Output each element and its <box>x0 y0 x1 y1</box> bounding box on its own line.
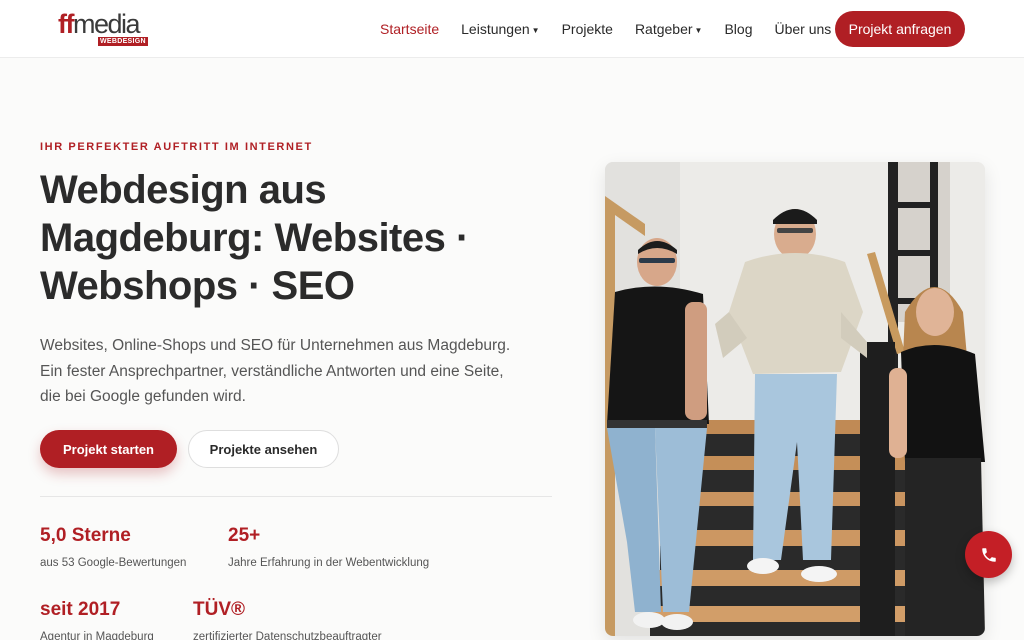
nav-item-ratgeber[interactable]: Ratgeber ▼ <box>635 21 703 37</box>
nav-label: Über uns <box>774 21 832 37</box>
divider <box>40 496 552 497</box>
stat-since-label: Agentur in Magdeburg <box>40 631 154 640</box>
headline-line: Magdeburg: Websites · <box>40 216 469 260</box>
logo-wordmark: ffmedia <box>58 9 141 39</box>
phone-icon <box>981 547 996 562</box>
stat-tuev-label: zertifizierter Datenschutzbeauftragter <box>193 631 382 640</box>
projekt-starten-button[interactable]: Projekt starten <box>40 430 177 468</box>
logo-media: media <box>72 9 141 39</box>
caret-down-icon: ▼ <box>531 26 540 35</box>
nav-item-leistungen[interactable]: Leistungen ▼ <box>461 21 539 37</box>
projekte-ansehen-button[interactable]: Projekte ansehen <box>188 430 339 468</box>
lead-line: Ein fester Ansprechpartner, verständlich… <box>40 362 504 380</box>
lead-line: die bei Google gefunden wird. <box>40 388 246 405</box>
projekt-anfragen-button[interactable]: Projekt anfragen <box>835 11 965 47</box>
headline-line: Webdesign aus <box>40 168 327 212</box>
logo-ff: ff <box>58 9 74 39</box>
stat-rating-label: aus 53 Google-Bewertungen <box>40 557 187 569</box>
stat-experience-label: Jahre Erfahrung in der Webentwicklung <box>228 557 430 569</box>
caret-down-icon: ▼ <box>694 26 703 35</box>
nav-label: Leistungen <box>461 21 530 37</box>
main-navigation: Startseite Leistungen ▼ Projekte Ratgeber… <box>380 0 853 58</box>
stat-since-value: seit 2017 <box>40 599 121 620</box>
nav-item-ueber-uns[interactable]: Über uns <box>774 21 831 37</box>
stat-rating-value: 5,0 Sterne <box>40 525 131 546</box>
site-header: ffmedia WEBDESIGN Startseite Leistungen ▼… <box>0 0 1024 58</box>
nav-item-blog[interactable]: Blog <box>724 21 752 37</box>
stat-tuev-value: TÜV® <box>193 599 245 620</box>
team-photo <box>605 162 985 636</box>
nav-label: Startseite <box>380 21 440 37</box>
call-button[interactable] <box>965 531 1012 578</box>
stat-experience-value: 25+ <box>228 525 261 546</box>
hero-headline: Webdesign aus Magdeburg: Websites · Webs… <box>40 166 560 310</box>
nav-label: Blog <box>724 21 753 37</box>
team-photo-illustration <box>605 162 985 636</box>
nav-item-startseite[interactable]: Startseite <box>380 21 439 37</box>
logo-webdesign-badge: WEBDESIGN <box>98 37 148 46</box>
lead-line: Websites, Online-Shops und SEO für Unter… <box>40 337 511 354</box>
nav-item-projekte[interactable]: Projekte <box>562 21 613 37</box>
nav-label: Projekte <box>561 21 613 37</box>
nav-label: Ratgeber <box>634 21 693 37</box>
ffmedia-logo[interactable]: ffmedia WEBDESIGN <box>58 10 154 48</box>
hero-lead-text: Websites, Online-Shops und SEO für Unter… <box>40 333 560 410</box>
headline-line: Webshops · SEO <box>40 264 355 308</box>
hero-eyebrow: IHR PERFEKTER AUFTRITT IM INTERNET <box>40 141 313 153</box>
